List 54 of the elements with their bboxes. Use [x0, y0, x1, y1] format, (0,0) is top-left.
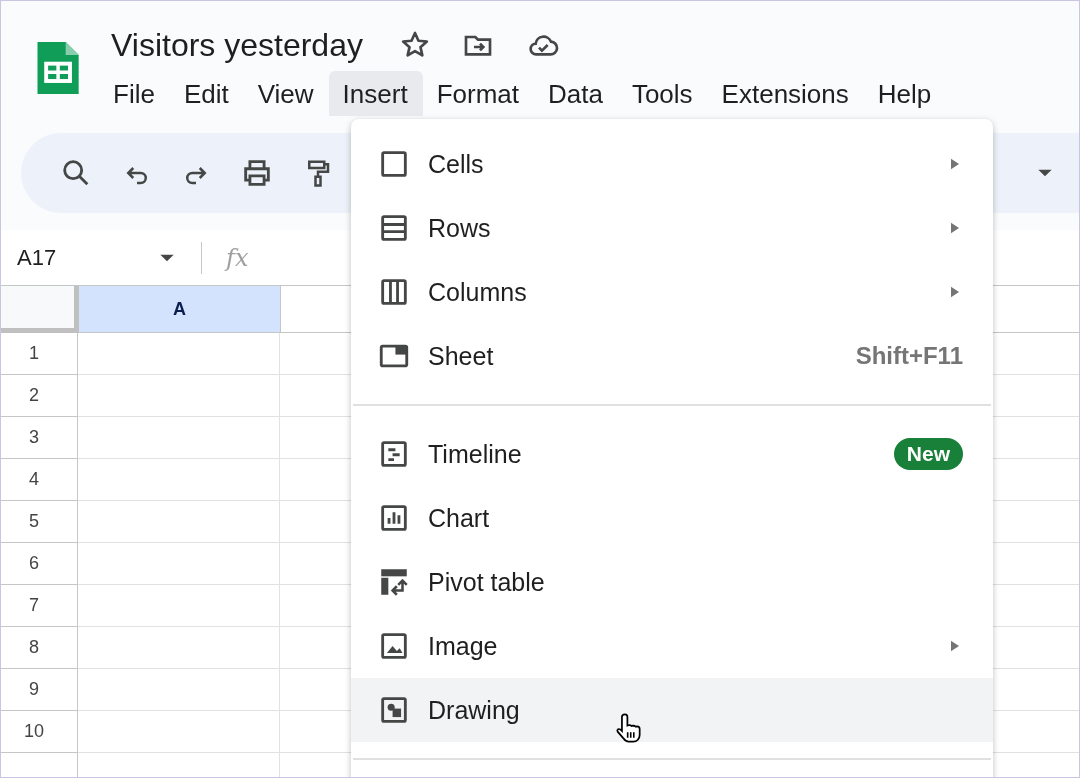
menu-item[interactable]: Chart: [351, 486, 993, 550]
keyboard-shortcut: Shift+F11: [855, 342, 963, 370]
menu-item[interactable]: Pivot table: [351, 550, 993, 614]
row-header[interactable]: 4: [1, 459, 78, 501]
menu-item[interactable]: Data: [534, 71, 618, 116]
menu-item-label: Rows: [428, 213, 492, 243]
row-header[interactable]: 9: [1, 669, 78, 711]
grid-cell[interactable]: [78, 375, 280, 417]
formula-label: fx: [226, 243, 249, 272]
document-title[interactable]: Visitors yesterday: [111, 26, 363, 64]
grid-cell[interactable]: [78, 501, 280, 543]
row-header[interactable]: 5: [1, 501, 78, 543]
row-header[interactable]: 8: [1, 627, 78, 669]
grid-cell[interactable]: [78, 627, 280, 669]
grid-cell[interactable]: [78, 543, 280, 585]
grid-cell[interactable]: [78, 333, 280, 375]
menu-item[interactable]: Tools: [617, 71, 708, 116]
row-header[interactable]: 2: [1, 375, 78, 417]
row-header[interactable]: 1: [1, 333, 78, 375]
column-header[interactable]: A: [79, 286, 281, 333]
menu-item-label: Pivot table: [428, 567, 546, 597]
menu-item[interactable]: Image: [351, 614, 993, 678]
menu-item[interactable]: Insert: [328, 71, 423, 116]
grid-cell[interactable]: [78, 417, 280, 459]
menu-item[interactable]: Help: [863, 71, 947, 116]
menu-item[interactable]: File: [99, 71, 170, 116]
new-badge: New: [893, 438, 963, 470]
menu-item[interactable]: Edit: [169, 71, 244, 116]
grid-cell[interactable]: [78, 459, 280, 501]
menu-item-label: Columns: [428, 277, 528, 307]
menu-item-label: Timeline: [428, 439, 523, 469]
menu-item[interactable]: Format: [422, 71, 534, 116]
menu-item[interactable]: Timeline New: [351, 422, 993, 486]
menu-item-label: Chart: [428, 503, 491, 533]
grid-cell[interactable]: [78, 669, 280, 711]
row-header[interactable]: 7: [1, 585, 78, 627]
grid-cell[interactable]: [78, 585, 280, 627]
menu-item-label: Sheet: [428, 341, 495, 371]
menu-item[interactable]: Extensions: [707, 71, 864, 116]
menu-item[interactable]: Cells: [351, 132, 993, 196]
menu-item[interactable]: Rows: [351, 196, 993, 260]
grid-cell[interactable]: [78, 711, 280, 753]
row-header[interactable]: 6: [1, 543, 78, 585]
name-box-value[interactable]: A17: [17, 244, 57, 271]
menu-item[interactable]: Sheet Shift+F11: [351, 324, 993, 388]
row-header[interactable]: 10: [1, 711, 78, 753]
menu-item[interactable]: View: [243, 71, 329, 116]
menu-item-label: Drawing: [428, 695, 521, 725]
menu-item-label: Image: [428, 631, 499, 661]
row-header[interactable]: 3: [1, 417, 78, 459]
menu-item[interactable]: Columns: [351, 260, 993, 324]
menu-item-label: Cells: [428, 149, 485, 179]
menu-item[interactable]: Drawing: [351, 678, 993, 742]
name-box[interactable]: A17: [1, 244, 177, 271]
